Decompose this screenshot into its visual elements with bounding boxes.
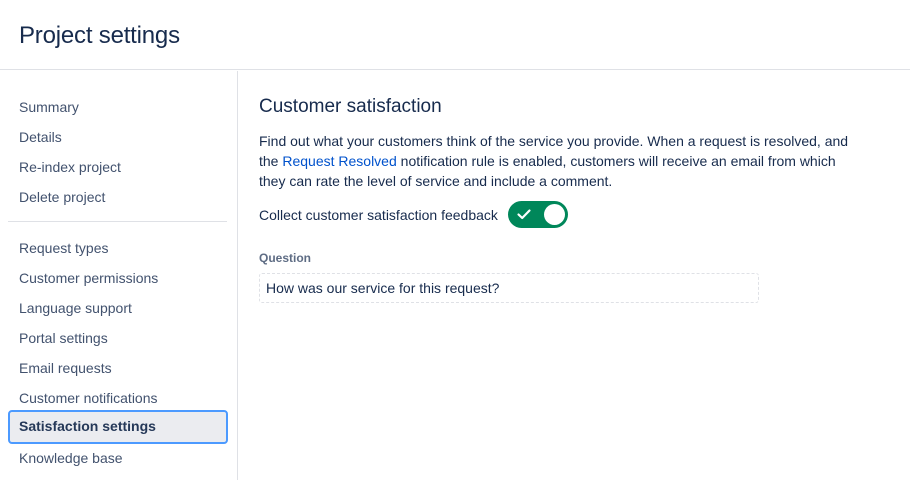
sidebar-item-delete-project[interactable]: Delete project — [8, 181, 228, 213]
sidebar-item-email-requests[interactable]: Email requests — [8, 352, 228, 384]
question-input[interactable]: How was our service for this request? — [259, 273, 759, 303]
section-title: Customer satisfaction — [259, 96, 442, 117]
sidebar-item-knowledge-base[interactable]: Knowledge base — [8, 442, 228, 474]
sidebar-item-language-support[interactable]: Language support — [8, 292, 228, 324]
sidebar-divider — [8, 221, 227, 222]
feedback-toggle[interactable] — [507, 201, 568, 228]
feedback-toggle-row: Collect customer satisfaction feedback — [259, 201, 568, 228]
sidebar-item-details[interactable]: Details — [8, 121, 228, 153]
section-description: Find out what your customers think of th… — [259, 131, 859, 191]
feedback-toggle-label: Collect customer satisfaction feedback — [259, 206, 498, 223]
sidebar-item-satisfaction-settings[interactable]: Satisfaction settings — [8, 410, 228, 444]
sidebar: Summary Details Re-index project Delete … — [0, 71, 238, 480]
checkmark-icon — [517, 209, 531, 220]
sidebar-item-portal-settings[interactable]: Portal settings — [8, 322, 228, 354]
sidebar-item-request-types[interactable]: Request types — [8, 232, 228, 264]
page-header: Project settings — [0, 0, 910, 70]
request-resolved-link[interactable]: Request Resolved — [282, 153, 396, 169]
question-label: Question — [259, 251, 312, 265]
sidebar-item-customer-permissions[interactable]: Customer permissions — [8, 262, 228, 294]
sidebar-item-summary[interactable]: Summary — [8, 91, 228, 123]
page-title: Project settings — [19, 22, 180, 49]
toggle-knob — [543, 204, 565, 225]
sidebar-item-reindex-project[interactable]: Re-index project — [8, 151, 228, 183]
